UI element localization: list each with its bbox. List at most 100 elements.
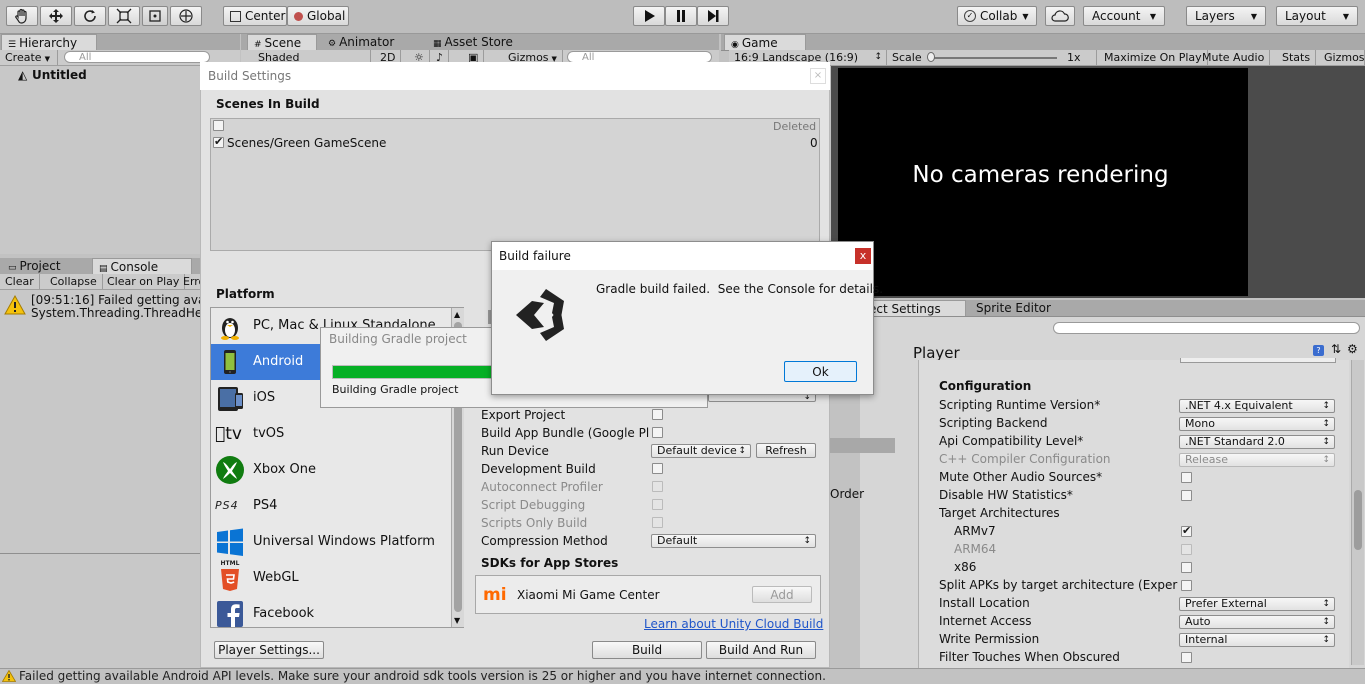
xbox-icon bbox=[216, 456, 244, 484]
game-gizmos-toggle[interactable]: Gizmos bbox=[1319, 50, 1365, 65]
compression-method-dropdown[interactable]: Default bbox=[651, 534, 816, 548]
build-app-bundle-label: Build App Bundle (Google Play) bbox=[481, 426, 649, 440]
platform-xbox-label: Xbox One bbox=[253, 462, 317, 477]
inspector-row-checkbox[interactable] bbox=[1181, 524, 1192, 537]
tab-hierarchy[interactable]: ☰ Hierarchy bbox=[1, 34, 97, 50]
collab-check-icon: ✓ bbox=[964, 10, 976, 22]
preset-icon[interactable]: ⇅ bbox=[1331, 342, 1341, 356]
close-icon[interactable]: × bbox=[810, 68, 826, 84]
pivot-global-toggle[interactable]: Global bbox=[287, 6, 349, 26]
tab-animator[interactable]: ⚙ Animator bbox=[322, 34, 412, 50]
hand-tool-button[interactable] bbox=[6, 6, 38, 26]
tab-project[interactable]: ▭ Project bbox=[2, 258, 82, 274]
game-gizmos-label: Gizmos bbox=[1324, 51, 1365, 64]
scrollbar-thumb[interactable] bbox=[1354, 490, 1362, 550]
account-dropdown[interactable]: Account ▼ bbox=[1083, 6, 1165, 26]
search-placeholder: All bbox=[79, 52, 92, 63]
console-clear-button[interactable]: Clear bbox=[0, 274, 40, 289]
layout-dropdown[interactable]: Layout ▼ bbox=[1276, 6, 1358, 26]
move-icon bbox=[49, 9, 63, 23]
build-button[interactable]: Build bbox=[592, 641, 702, 659]
scene-root-label: Untitled bbox=[32, 68, 87, 82]
platform-tvos[interactable]: tv tvOS bbox=[211, 416, 451, 452]
gamepad-icon: ◉ bbox=[731, 40, 739, 50]
inspector-row-dropdown[interactable]: Mono bbox=[1179, 417, 1335, 431]
build-app-bundle-checkbox[interactable] bbox=[652, 427, 663, 438]
pause-button[interactable] bbox=[665, 6, 697, 26]
build-and-run-label: Build And Run bbox=[718, 643, 804, 657]
scene-name[interactable]: Scenes/Green GameScene bbox=[227, 136, 386, 150]
platform-facebook[interactable]: Facebook bbox=[211, 596, 451, 627]
console-clear-on-play-button[interactable]: Clear on Play bbox=[102, 274, 186, 289]
script-debugging-label: Script Debugging bbox=[481, 498, 586, 512]
platform-webgl[interactable]: HTML WebGL bbox=[211, 560, 451, 596]
tab-scene[interactable]: # Scene bbox=[247, 34, 317, 50]
inspector-row-dropdown[interactable]: Prefer External bbox=[1179, 597, 1335, 611]
scenes-select-all-checkbox[interactable] bbox=[213, 120, 224, 131]
help-icon[interactable]: ? bbox=[1313, 345, 1324, 356]
gear-icon[interactable]: ⚙ bbox=[1347, 342, 1358, 356]
run-device-dropdown[interactable]: Default device bbox=[651, 444, 751, 458]
tab-console[interactable]: ▤ Console bbox=[92, 258, 192, 274]
layers-dropdown[interactable]: Layers ▼ bbox=[1186, 6, 1266, 26]
close-icon[interactable]: x bbox=[855, 248, 871, 264]
tab-sprite-editor[interactable]: Sprite Editor bbox=[970, 300, 1070, 316]
windows-icon bbox=[217, 528, 243, 556]
play-button[interactable] bbox=[633, 6, 665, 26]
platform-xbox-one[interactable]: Xbox One bbox=[211, 452, 451, 488]
scale-tool-button[interactable] bbox=[108, 6, 140, 26]
inspector-row-checkbox[interactable] bbox=[1181, 652, 1192, 663]
scale-slider-thumb[interactable] bbox=[927, 52, 935, 62]
ok-button[interactable]: Ok bbox=[784, 361, 857, 382]
mute-audio-toggle[interactable]: Mute Audio bbox=[1197, 50, 1271, 65]
hierarchy-search-input[interactable]: All bbox=[64, 51, 210, 63]
step-button[interactable] bbox=[697, 6, 729, 26]
tab-game[interactable]: ◉ Game bbox=[724, 34, 806, 50]
console-collapse-button[interactable]: Collapse bbox=[45, 274, 103, 289]
inspector-scrollbar[interactable] bbox=[1351, 360, 1364, 665]
script-debugging-checkbox bbox=[652, 499, 663, 510]
inspector-row-dropdown[interactable]: .NET Standard 2.0 bbox=[1179, 435, 1335, 449]
refresh-button[interactable]: Refresh bbox=[756, 443, 816, 458]
build-and-run-button[interactable]: Build And Run bbox=[706, 641, 816, 659]
rotate-tool-button[interactable] bbox=[74, 6, 106, 26]
inspector-row-checkbox[interactable] bbox=[1181, 580, 1192, 591]
tab-project-settings[interactable]: ect Settings bbox=[862, 300, 966, 316]
collab-dropdown[interactable]: ✓ Collab ▼ bbox=[957, 6, 1037, 26]
inspector-row-dropdown[interactable]: Internal bbox=[1179, 633, 1335, 647]
collab-label: Collab bbox=[980, 9, 1018, 23]
pivot-center-toggle[interactable]: Center bbox=[223, 6, 287, 26]
scripts-only-build-label: Scripts Only Build bbox=[481, 516, 588, 530]
inspector-row-dropdown[interactable]: Auto bbox=[1179, 615, 1335, 629]
inspector-row-value: Release bbox=[1185, 453, 1228, 466]
hierarchy-create-button[interactable]: Create ▼ bbox=[0, 50, 58, 65]
inspector-row-checkbox[interactable] bbox=[1181, 472, 1192, 483]
move-tool-button[interactable] bbox=[40, 6, 72, 26]
development-build-checkbox[interactable] bbox=[652, 463, 663, 474]
scene-include-checkbox[interactable] bbox=[213, 135, 224, 148]
cloud-button[interactable] bbox=[1045, 6, 1075, 26]
platform-uwp[interactable]: Universal Windows Platform bbox=[211, 524, 451, 560]
cloud-build-link[interactable]: Learn about Unity Cloud Build bbox=[644, 617, 823, 631]
console-icon: ▤ bbox=[99, 264, 108, 274]
stats-toggle[interactable]: Stats bbox=[1277, 50, 1317, 65]
rect-tool-button[interactable] bbox=[142, 6, 168, 26]
game-scale-slider[interactable]: Scale 1x bbox=[887, 50, 1097, 65]
tab-asset-store-label: Asset Store bbox=[444, 35, 513, 49]
tab-asset-store[interactable]: ▦ Asset Store bbox=[427, 34, 527, 50]
scroll-down-arrow-icon[interactable]: ▼ bbox=[454, 616, 460, 625]
inspector-search-input[interactable] bbox=[1053, 322, 1360, 334]
transform-tool-button[interactable] bbox=[170, 6, 202, 26]
sdk-add-button[interactable]: Add bbox=[752, 586, 812, 603]
maximize-on-play-toggle[interactable]: Maximize On Play bbox=[1099, 50, 1208, 65]
scroll-up-arrow-icon[interactable]: ▲ bbox=[454, 310, 460, 319]
platform-ps4[interactable]: PS4 PS4 bbox=[211, 488, 451, 524]
animator-icon: ⚙ bbox=[328, 39, 337, 49]
inspector-row-checkbox[interactable] bbox=[1181, 562, 1192, 573]
layers-label: Layers bbox=[1195, 9, 1235, 23]
export-project-checkbox[interactable] bbox=[652, 409, 663, 420]
inspector-row-checkbox[interactable] bbox=[1181, 490, 1192, 501]
inspector-row-dropdown[interactable]: .NET 4.x Equivalent bbox=[1179, 399, 1335, 413]
player-settings-button[interactable]: Player Settings... bbox=[214, 641, 324, 659]
hierarchy-scene-row[interactable]: ◭ Untitled bbox=[0, 68, 200, 84]
